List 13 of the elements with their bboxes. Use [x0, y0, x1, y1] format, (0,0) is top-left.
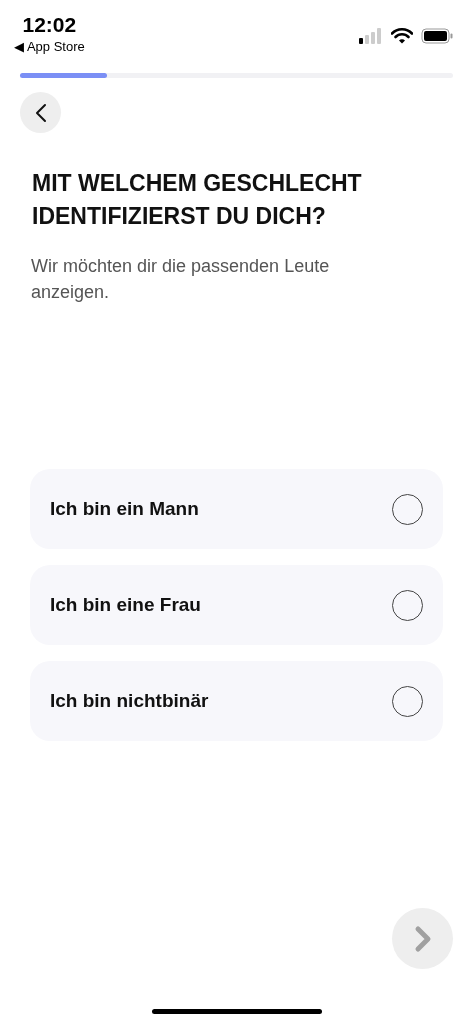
gender-option[interactable]: Ich bin eine Frau: [30, 565, 443, 645]
question-subtitle: Wir möchten dir die passenden Leute anzeigen.: [31, 255, 331, 304]
status-time: 12:02: [22, 12, 77, 38]
wifi-icon: [391, 28, 413, 44]
gender-option[interactable]: Ich bin nichtbinär: [30, 661, 443, 741]
question-title: MIT WELCHEM GESCHLECHT IDENTIFIZIERST DU DICH?: [32, 169, 363, 231]
back-to-app-link[interactable]: ◀ App Store: [14, 38, 85, 56]
next-chevron-icon: [413, 924, 432, 953]
back-button[interactable]: [20, 92, 61, 133]
battery-icon: [421, 28, 453, 44]
signal-icon: [359, 28, 383, 44]
gender-option[interactable]: Ich bin ein Mann: [30, 469, 443, 549]
back-chevron-icon: [34, 102, 47, 123]
